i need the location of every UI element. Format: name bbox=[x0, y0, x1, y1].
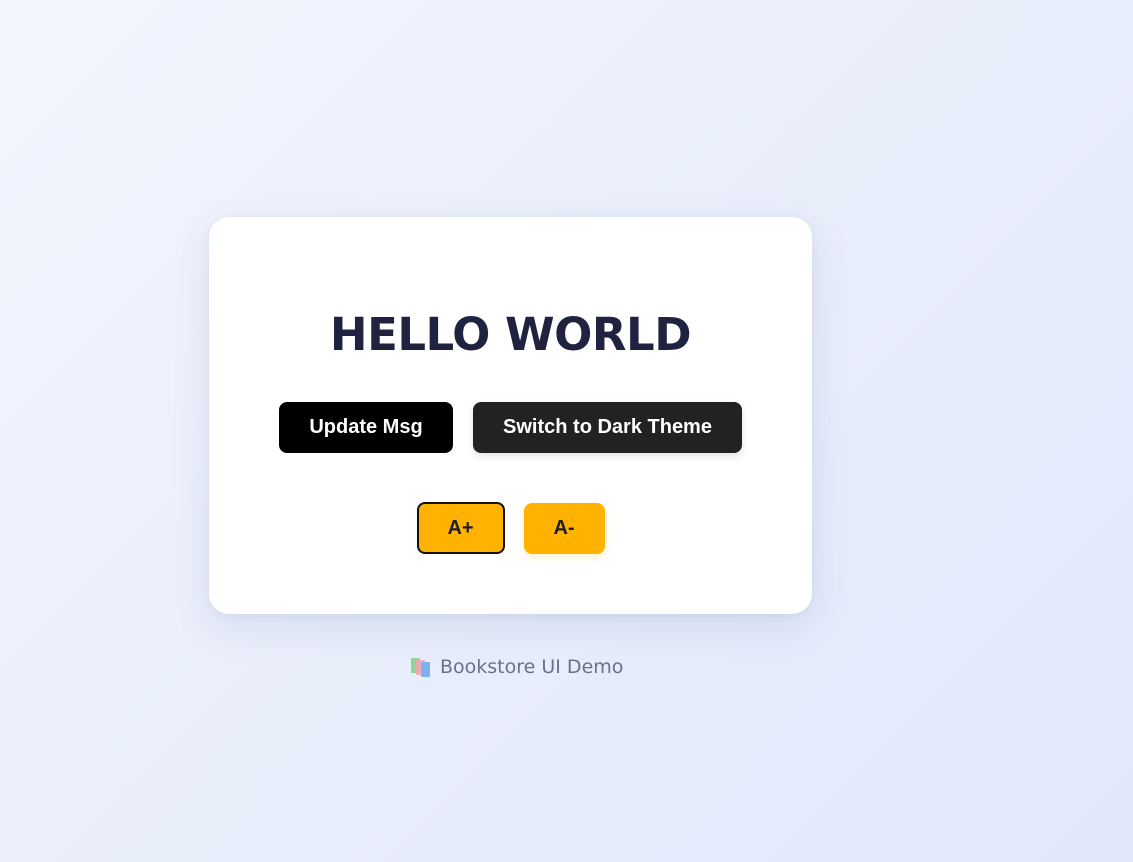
action-buttons: Update Msg Switch to Dark Theme bbox=[209, 402, 812, 453]
decrease-font-button[interactable]: A- bbox=[523, 503, 605, 554]
books-icon bbox=[410, 656, 432, 678]
footer-text: Bookstore UI Demo bbox=[440, 656, 624, 678]
font-size-controls: A+ A- bbox=[209, 502, 812, 554]
page-title: HELLO WORLD bbox=[329, 308, 692, 361]
update-msg-button[interactable]: Update Msg bbox=[279, 402, 453, 453]
greeting-card: HELLO WORLD Update Msg Switch to Dark Th… bbox=[209, 217, 812, 614]
switch-theme-button[interactable]: Switch to Dark Theme bbox=[473, 402, 742, 453]
increase-font-button[interactable]: A+ bbox=[416, 502, 505, 554]
footer: Bookstore UI Demo bbox=[410, 656, 623, 678]
